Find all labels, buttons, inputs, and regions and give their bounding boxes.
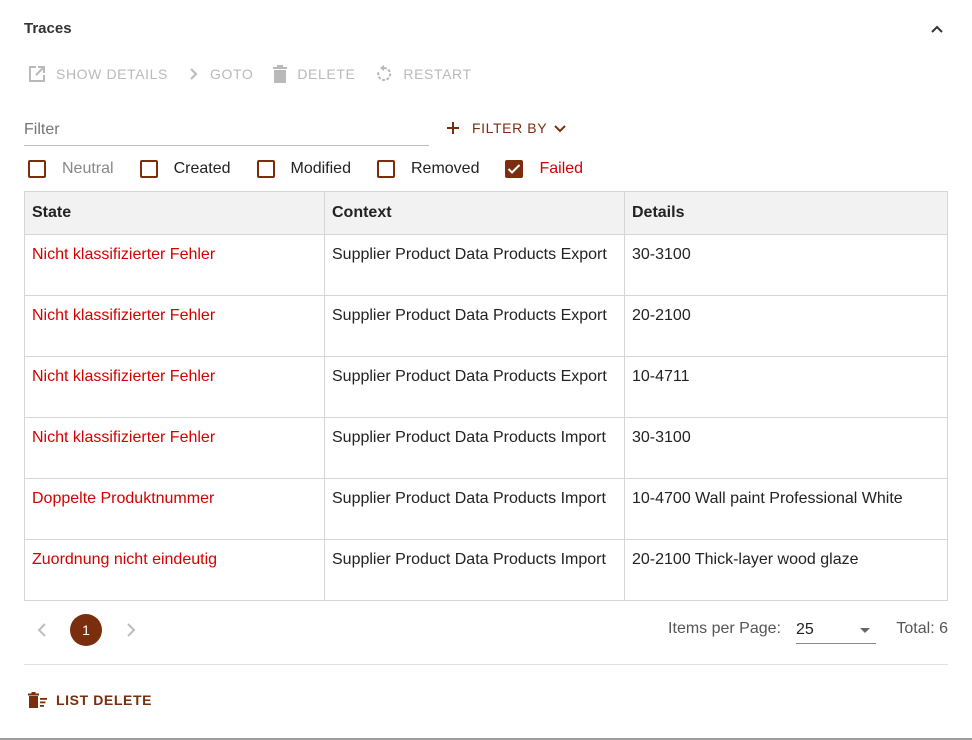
chevron-down-icon — [554, 125, 566, 133]
filter-field — [24, 116, 429, 146]
filter-by-label: FILTER BY — [472, 120, 548, 136]
checkbox-box[interactable] — [376, 160, 395, 178]
restart-label: RESTART — [403, 66, 472, 82]
table-row[interactable]: Nicht klassifizierter Fehler Supplier Pr… — [24, 356, 948, 418]
toolbar: SHOW DETAILS GOTO DELETE RESTART — [28, 62, 492, 86]
panel-title: Traces — [24, 20, 72, 37]
filter-by-button[interactable]: FILTER BY — [440, 116, 573, 140]
plus-icon — [447, 122, 459, 134]
panel-header: Traces — [24, 18, 948, 40]
show-details-button[interactable]: SHOW DETAILS — [28, 65, 168, 83]
table-row[interactable]: Nicht klassifizierter Fehler Supplier Pr… — [24, 417, 948, 479]
items-per-page-value: 25 — [796, 621, 814, 638]
cell-state: Nicht klassifizierter Fehler — [24, 356, 325, 418]
checkbox-box[interactable] — [505, 160, 524, 178]
cell-details: 20-2100 — [624, 295, 948, 357]
chevron-right-icon — [190, 68, 198, 80]
total-count: Total: 6 — [896, 620, 948, 637]
page-number-button[interactable]: 1 — [70, 614, 102, 646]
checkbox-removed-label: Removed — [410, 160, 480, 177]
delete-button[interactable]: DELETE — [273, 65, 355, 83]
cell-context: Supplier Product Data Products Import — [324, 539, 625, 601]
checkbox-failed[interactable]: Failed — [505, 160, 583, 178]
checkbox-neutral-label: Neutral — [62, 160, 114, 177]
cell-details: 10-4700 Wall paint Professional White — [624, 478, 948, 540]
checkbox-box[interactable] — [256, 160, 275, 178]
list-delete-label: LIST DELETE — [56, 692, 153, 708]
column-header-state[interactable]: State — [24, 191, 325, 235]
goto-button[interactable]: GOTO — [188, 66, 253, 82]
list-delete-button[interactable]: LIST DELETE — [28, 689, 152, 711]
checkbox-box[interactable] — [28, 160, 46, 178]
cell-context: Supplier Product Data Products Export — [324, 356, 625, 418]
cell-state: Nicht klassifizierter Fehler — [24, 234, 325, 296]
table-row[interactable]: Nicht klassifizierter Fehler Supplier Pr… — [24, 234, 948, 296]
checkbox-modified-label: Modified — [290, 160, 351, 177]
cell-details: 10-4711 — [624, 356, 948, 418]
pagination: 1 Items per Page: 25 Total: 6 — [24, 614, 948, 646]
delete-label: DELETE — [297, 66, 356, 82]
collapse-button[interactable] — [926, 18, 948, 40]
chevron-up-icon — [931, 25, 943, 33]
cell-context: Supplier Product Data Products Import — [324, 478, 625, 540]
cell-state: Nicht klassifizierter Fehler — [24, 417, 325, 479]
divider — [24, 664, 948, 665]
table-row[interactable]: Zuordnung nicht eindeutig Supplier Produ… — [24, 539, 948, 601]
restart-icon — [377, 65, 392, 81]
table-row[interactable]: Nicht klassifizierter Fehler Supplier Pr… — [24, 295, 948, 357]
cell-details: 30-3100 — [624, 234, 948, 296]
filter-input[interactable] — [24, 116, 429, 144]
traces-table: State Context Details Nicht klassifizier… — [24, 191, 948, 601]
restart-button[interactable]: RESTART — [375, 65, 471, 83]
chevron-right-icon — [127, 623, 136, 637]
table-header-row: State Context Details — [24, 191, 948, 235]
checkbox-created-label: Created — [173, 160, 231, 177]
next-page-button[interactable] — [125, 620, 137, 645]
table-row[interactable]: Doppelte Produktnummer Supplier Product … — [24, 478, 948, 540]
cell-details: 30-3100 — [624, 417, 948, 479]
checkbox-removed[interactable]: Removed — [376, 160, 480, 178]
items-per-page-label: Items per Page: — [668, 620, 781, 637]
checkbox-neutral[interactable]: Neutral — [28, 160, 114, 178]
show-details-label: SHOW DETAILS — [56, 66, 168, 82]
checkbox-box[interactable] — [139, 160, 158, 178]
open-external-icon — [29, 66, 45, 82]
checkbox-created[interactable]: Created — [139, 160, 231, 178]
cell-state: Doppelte Produktnummer — [24, 478, 325, 540]
goto-label: GOTO — [209, 66, 254, 82]
cell-context: Supplier Product Data Products Import — [324, 417, 625, 479]
state-filter-checkboxes: Neutral Created Modified Removed Failed — [28, 158, 609, 180]
cell-context: Supplier Product Data Products Export — [324, 295, 625, 357]
cell-state: Nicht klassifizierter Fehler — [24, 295, 325, 357]
checkbox-modified[interactable]: Modified — [256, 160, 351, 178]
column-header-details[interactable]: Details — [624, 191, 948, 235]
list-delete-icon — [28, 692, 47, 708]
check-icon — [508, 164, 521, 174]
trash-icon — [273, 65, 288, 83]
cell-context: Supplier Product Data Products Export — [324, 234, 625, 296]
chevron-left-icon — [37, 623, 46, 637]
column-header-context[interactable]: Context — [324, 191, 625, 235]
checkbox-failed-label: Failed — [539, 160, 584, 177]
previous-page-button[interactable] — [36, 620, 48, 645]
cell-state: Zuordnung nicht eindeutig — [24, 539, 325, 601]
cell-details: 20-2100 Thick-layer wood glaze — [624, 539, 948, 601]
items-per-page-select[interactable]: 25 — [796, 616, 876, 644]
dropdown-caret-icon — [860, 628, 870, 633]
